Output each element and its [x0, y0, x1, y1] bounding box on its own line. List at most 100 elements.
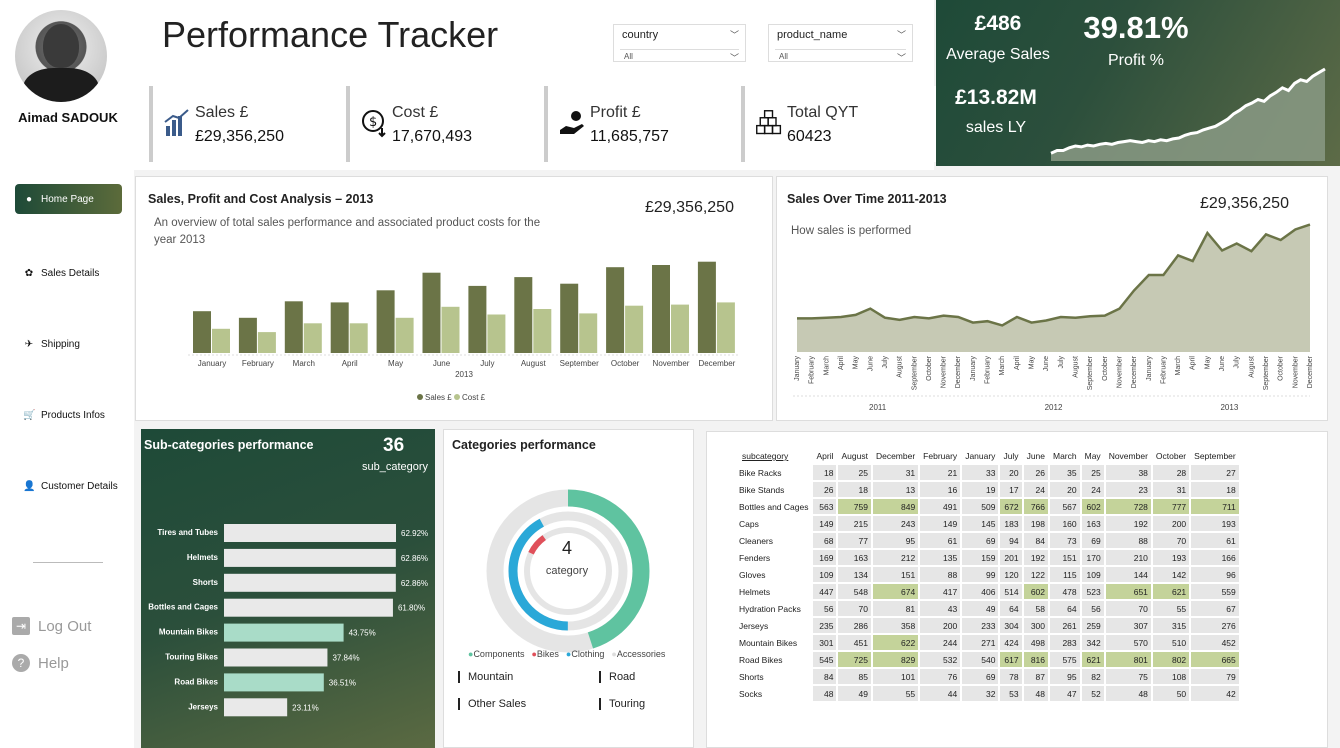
row-header: Gloves	[739, 569, 766, 580]
slicer-item-touring[interactable]: Touring	[599, 698, 645, 710]
row-header: Bottles and Cages	[739, 501, 809, 512]
donut-center-value: 4	[561, 538, 572, 558]
logout-button[interactable]: ⇥ Log Out	[12, 617, 91, 635]
matrix-cell: 101	[872, 669, 919, 684]
categories-donut-chart	[486, 489, 650, 653]
matrix-cell: 523	[1081, 584, 1104, 599]
matrix-cell: 212	[872, 550, 919, 565]
table-row: Caps 149 215 243 149 145 183 198 160 163 192 200 193	[739, 516, 1239, 531]
matrix-corner-header[interactable]: subcategory	[739, 449, 811, 463]
circle-icon: ●	[25, 193, 33, 205]
matrix-cell: 31	[872, 465, 919, 480]
product-name-slicer[interactable]: product_name ﹀ All ﹀	[768, 24, 913, 63]
matrix-cell: 27	[1191, 465, 1239, 480]
slicer-item-mountain[interactable]: Mountain	[458, 671, 513, 683]
year-label: 2011	[869, 403, 887, 412]
donut-legend: ●Components ●Bikes ●Clothing ●Accessorie…	[468, 649, 665, 659]
x-tick-label: March	[1175, 356, 1182, 376]
matrix-cell: 315	[1152, 618, 1190, 633]
matrix-cell: 145	[962, 516, 999, 531]
matrix-cell: 728	[1105, 499, 1151, 514]
row-header: Helmets	[739, 586, 771, 597]
data-label: 62.86%	[401, 554, 428, 563]
slicer-item-other-sales[interactable]: Other Sales	[458, 698, 526, 710]
matrix-column-header[interactable]: May	[1082, 449, 1104, 463]
matrix-cell: 47	[1050, 686, 1080, 701]
bar-cost	[257, 332, 276, 353]
average-sales-label: Average Sales	[946, 46, 1050, 63]
matrix-column-header[interactable]: February	[920, 449, 960, 463]
profit-percent-value: 39.81%	[1083, 10, 1189, 45]
x-tick-label: January	[794, 356, 801, 381]
matrix-cell: 183	[1000, 516, 1022, 531]
subcategory-bar	[224, 573, 396, 592]
row-header: Mountain Bikes	[739, 637, 798, 648]
matrix-cell: 424	[1000, 635, 1022, 650]
matrix-cell: 233	[962, 618, 999, 633]
bar-cost	[487, 314, 506, 353]
matrix-cell: 68	[813, 533, 837, 548]
bar-chart-card: Sales, Profit and Cost Analysis – 2013 A…	[135, 176, 773, 421]
matrix-column-header[interactable]: June	[1024, 449, 1048, 463]
matrix-cell: 84	[813, 669, 837, 684]
slicer-value: All	[779, 52, 788, 61]
matrix-cell: 134	[838, 567, 871, 582]
matrix-cell: 802	[1152, 652, 1190, 667]
nav-sales-details[interactable]: ✿ Sales Details	[15, 258, 122, 288]
matrix-column-header[interactable]: August	[838, 449, 870, 463]
matrix-column-header[interactable]: November	[1106, 449, 1151, 463]
matrix-cell: 243	[872, 516, 919, 531]
matrix-column-header[interactable]: April	[813, 449, 836, 463]
matrix-cell: 48	[1023, 686, 1048, 701]
nav-shipping[interactable]: ✈ Shipping	[15, 329, 122, 359]
bar-cost	[625, 305, 644, 353]
matrix-cell: 55	[872, 686, 919, 701]
matrix-cell: 18	[813, 465, 837, 480]
data-label: 43.75%	[349, 629, 376, 638]
x-tick-label: December	[698, 359, 735, 368]
matrix-cell: 766	[1023, 499, 1048, 514]
matrix-cell: 115	[1050, 567, 1080, 582]
matrix-cell: 55	[1152, 601, 1190, 616]
matrix-cell: 849	[872, 499, 919, 514]
x-tick-label: December	[1131, 355, 1138, 388]
data-label: 62.92%	[401, 529, 428, 538]
matrix-column-header[interactable]: September	[1191, 449, 1239, 463]
bar-cost	[716, 302, 735, 353]
x-tick-label: March	[293, 359, 315, 368]
matrix-cell: 816	[1023, 652, 1048, 667]
help-button[interactable]: ? Help	[12, 654, 69, 672]
matrix-column-header[interactable]: January	[962, 449, 998, 463]
nav-products-infos[interactable]: 🛒 Products Infos	[15, 400, 122, 430]
bar-label: Tires and Tubes	[157, 528, 218, 537]
matrix-cell: 135	[920, 550, 961, 565]
matrix-column-header[interactable]: March	[1050, 449, 1080, 463]
kpi-profit: Profit £ 11,685,757	[544, 86, 739, 162]
bar-cost	[212, 328, 230, 353]
matrix-cell: 31	[1152, 482, 1190, 497]
matrix-column-header[interactable]: October	[1153, 449, 1189, 463]
x-tick-label: September	[1087, 355, 1094, 390]
x-tick-label: March	[999, 356, 1006, 376]
matrix-cell: 559	[1191, 584, 1239, 599]
matrix-cell: 447	[813, 584, 837, 599]
matrix-cell: 96	[1191, 567, 1239, 582]
chevron-down-icon: ﹀	[896, 30, 906, 40]
matrix-cell: 406	[962, 584, 999, 599]
matrix-cell: 301	[813, 635, 837, 650]
slicer-item-road[interactable]: Road	[599, 671, 635, 683]
matrix-column-header[interactable]: July	[1000, 449, 1021, 463]
kpi-cost: $ Cost £ 17,670,493	[346, 86, 541, 162]
matrix-column-header[interactable]: December	[873, 449, 918, 463]
subcategory-bar	[224, 598, 393, 617]
matrix-cell: 144	[1105, 567, 1151, 582]
matrix-cell: 514	[1000, 584, 1022, 599]
nav-home-page[interactable]: ● Home Page	[15, 184, 122, 214]
matrix-cell: 21	[920, 465, 961, 480]
subcategory-bar	[224, 548, 396, 567]
country-slicer[interactable]: country ﹀ All ﹀	[613, 24, 746, 63]
nav-customer-details[interactable]: 👤 Customer Details	[15, 471, 122, 501]
cost-coin-icon: $	[362, 110, 386, 138]
x-tick-label: November	[1292, 355, 1299, 388]
x-tick-label: March	[823, 356, 830, 376]
